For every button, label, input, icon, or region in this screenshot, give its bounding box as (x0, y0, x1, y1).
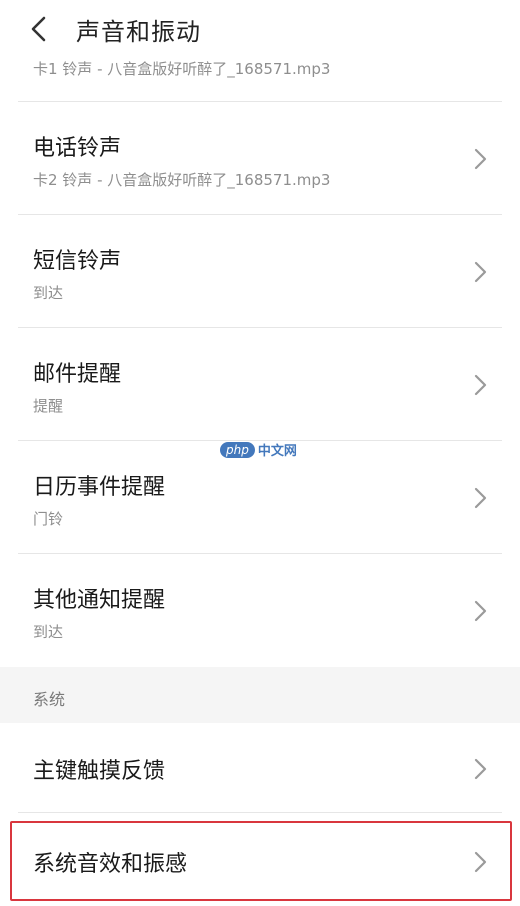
other-notification-row[interactable]: 其他通知提醒 到达 (0, 554, 520, 667)
watermark-logo: php (220, 441, 255, 458)
sim1-ringtone-value: 卡1 铃声 - 八音盒版好听醉了_168571.mp3 (33, 60, 331, 78)
chevron-left-icon (31, 16, 46, 42)
divider (18, 812, 502, 813)
chevron-right-icon (474, 261, 487, 283)
home-key-feedback-row[interactable]: 主键触摸反馈 (0, 723, 520, 813)
chevron-right-icon (474, 758, 487, 780)
chevron-right-icon (474, 374, 487, 396)
row-title: 主键触摸反馈 (33, 759, 166, 784)
system-sound-vibration-row[interactable]: 系统音效和振感 (0, 816, 520, 906)
section-label: 系统 (33, 690, 66, 709)
chevron-right-icon (474, 487, 487, 509)
row-title: 邮件提醒 (33, 362, 122, 387)
row-title: 电话铃声 (33, 136, 122, 161)
email-alert-row[interactable]: 邮件提醒 提醒 (0, 328, 520, 441)
top-bar: 声音和振动 (0, 0, 520, 58)
row-subtitle: 卡2 铃声 - 八音盒版好听醉了_168571.mp3 (33, 171, 331, 189)
chevron-right-icon (474, 600, 487, 622)
chevron-right-icon (474, 851, 487, 873)
row-subtitle: 门铃 (33, 510, 64, 528)
row-subtitle: 到达 (33, 284, 64, 302)
sim1-ringtone-row[interactable]: 卡1 铃声 - 八音盒版好听醉了_168571.mp3 (0, 58, 520, 102)
row-title: 其他通知提醒 (33, 588, 166, 613)
sound-and-vibration-screen: 声音和振动 卡1 铃声 - 八音盒版好听醉了_168571.mp3 电话铃声 卡… (0, 0, 520, 906)
page-title: 声音和振动 (76, 17, 201, 46)
row-title: 日历事件提醒 (33, 475, 166, 500)
row-subtitle: 提醒 (33, 397, 64, 415)
chevron-right-icon (474, 148, 487, 170)
row-title: 短信铃声 (33, 249, 122, 274)
row-subtitle: 到达 (33, 623, 64, 641)
sms-ringtone-row[interactable]: 短信铃声 到达 (0, 215, 520, 328)
phone-ringtone-row[interactable]: 电话铃声 卡2 铃声 - 八音盒版好听醉了_168571.mp3 (0, 102, 520, 215)
back-button[interactable] (0, 0, 72, 58)
row-title: 系统音效和振感 (33, 852, 188, 877)
watermark-text: 中文网 (257, 444, 297, 459)
watermark: php 中文网 (220, 440, 297, 459)
section-header-system: 系统 (0, 667, 520, 723)
